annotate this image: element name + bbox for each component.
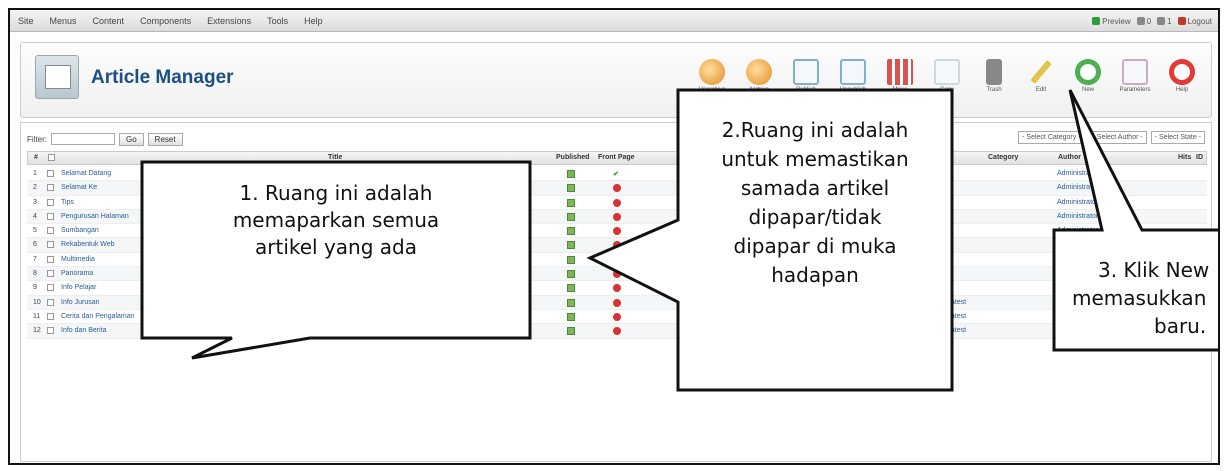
callout-2-line: untuk memastikan — [721, 147, 909, 171]
callout-2-line: 2.Ruang ini adalah — [721, 118, 909, 142]
callout-3-line: memasukkan — [1072, 286, 1207, 310]
callout-3-line: 3. Klik New — [1098, 258, 1210, 282]
callout-2-line: hadapan — [771, 263, 859, 287]
callout-1-line: artikel yang ada — [255, 235, 417, 259]
callout-2-line: dipapar/tidak — [748, 205, 882, 229]
callout-1-line: 1. Ruang ini adalah — [239, 181, 433, 205]
callout-3-line: baru. — [1154, 314, 1207, 338]
callout-2-line: samada artikel — [740, 176, 890, 200]
callout-2-line: dipapar di muka — [733, 234, 897, 258]
screenshot-frame: Site Menus Content Components Extensions Tool… — [8, 8, 1220, 465]
callout-2-text: 2.Ruang ini adalah untuk memastikan sama… — [684, 116, 946, 290]
callout-1-text: 1. Ruang ini adalah memaparkan semua art… — [150, 180, 522, 261]
callout-1-line: memaparkan semua — [232, 208, 440, 232]
callout-3-text: 3. Klik New memasukkan baru. — [1070, 256, 1218, 340]
